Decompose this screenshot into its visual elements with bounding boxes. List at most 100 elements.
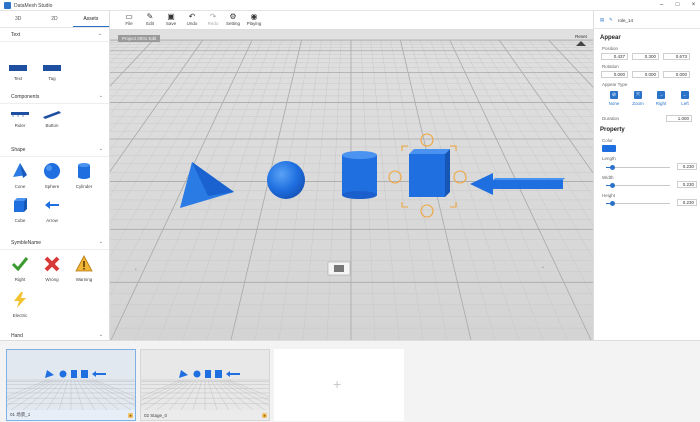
edit-button[interactable]: ✎ Edit	[139, 12, 161, 26]
height-input[interactable]: 0.230	[677, 199, 697, 206]
rotation-x-input[interactable]: 0.000	[601, 71, 628, 78]
section-shape-header[interactable]: Shape ⌄	[0, 143, 109, 157]
file-button[interactable]: ▭ File	[118, 12, 140, 26]
asset-item-sphere[interactable]: Sphere	[38, 162, 66, 189]
length-input[interactable]: 0.230	[677, 163, 697, 170]
width-input[interactable]: 0.230	[677, 181, 697, 188]
appear-title: Appear	[600, 35, 621, 41]
slide-thumbnail-2[interactable]: 02 Stage_0 ★	[108, 349, 302, 421]
tab-assets[interactable]: Assets	[72, 11, 109, 27]
tag-asset-icon	[43, 65, 61, 71]
scene-cube[interactable]	[409, 149, 450, 197]
appear-type-none[interactable]: ⊘ None	[605, 91, 623, 106]
scene-canvas[interactable]: ← →	[110, 30, 593, 340]
asset-item-cone[interactable]: Cone	[6, 162, 34, 189]
section-hand-header[interactable]: Hand ⌄	[0, 329, 109, 340]
rename-icon[interactable]: ✎	[609, 17, 613, 23]
position-x-input[interactable]: 0.437	[601, 53, 628, 60]
reset-label: Reset	[575, 34, 587, 39]
file-icon: ▭	[125, 12, 133, 21]
tab-3d[interactable]: 3D	[0, 11, 36, 27]
undo-button[interactable]: ↶ Undo	[181, 12, 203, 26]
toolbar-label: File	[125, 21, 133, 26]
tab-2d[interactable]: 2D	[36, 11, 72, 27]
chevron-down-icon: ⌄	[98, 146, 103, 152]
scene-sphere[interactable]	[267, 161, 305, 199]
minimize-icon[interactable]: –	[657, 2, 666, 9]
asset-caption: Cube	[14, 218, 26, 223]
width-label: Width	[602, 175, 614, 180]
appear-type-left[interactable]: ← Left	[676, 91, 694, 106]
asset-caption: Sphere	[44, 184, 60, 189]
toolbar-label: Save	[165, 21, 177, 26]
asset-item-electric[interactable]: Electric	[6, 291, 34, 318]
cylinder-icon	[78, 163, 90, 179]
sphere-icon	[44, 163, 60, 179]
asset-item-right[interactable]: Right	[6, 255, 34, 282]
position-label: Position	[602, 46, 619, 51]
appear-type-right[interactable]: → Right	[652, 91, 670, 106]
playing-button[interactable]: ◉ Playing	[243, 12, 265, 26]
scene-cylinder[interactable]	[342, 151, 377, 199]
asset-item-ruler[interactable]: Ruler	[6, 109, 34, 128]
redo-button[interactable]: ↷ Redo	[202, 12, 224, 26]
star-icon[interactable]: ★	[262, 413, 267, 418]
maximize-icon[interactable]: □	[673, 2, 682, 9]
duration-label: Duration	[602, 116, 620, 121]
position-y-input[interactable]: 0.300	[632, 53, 659, 60]
appear-type-caption: Zoom	[632, 101, 644, 106]
gear-icon: ⚙	[229, 12, 237, 21]
asset-item-cylinder[interactable]: Cylinder	[70, 162, 98, 189]
star-icon[interactable]: ★	[128, 413, 133, 418]
section-components-header[interactable]: Components ⌄	[0, 90, 109, 104]
redo-icon: ↷	[209, 12, 217, 21]
slider-knob[interactable]	[609, 165, 615, 170]
add-slide-button[interactable]: +	[274, 349, 404, 421]
save-button[interactable]: ▣ Save	[160, 12, 182, 26]
section-text-header[interactable]: Text ⌄	[0, 28, 109, 42]
height-slider[interactable]	[606, 201, 670, 206]
length-slider[interactable]	[606, 165, 670, 170]
undo-icon: ↶	[188, 12, 196, 21]
arrow-left-icon: ←	[681, 91, 689, 99]
asset-caption: Ruler	[14, 123, 26, 128]
asset-item-tag[interactable]: Tag	[38, 64, 66, 81]
appear-type-caption: Left	[681, 101, 689, 106]
section-title: SymbleName	[11, 240, 42, 246]
asset-item-wrong[interactable]: Wrong	[38, 255, 66, 282]
play-icon: ◉	[250, 12, 258, 21]
rotation-z-input[interactable]: 0.000	[663, 71, 690, 78]
position-z-input[interactable]: 0.673	[663, 53, 690, 60]
ruler-icon	[11, 112, 29, 117]
asset-item-cube[interactable]: Cube	[6, 196, 34, 223]
asset-item-text[interactable]: Text	[4, 64, 32, 81]
width-slider[interactable]	[606, 183, 670, 188]
appear-type-zoom[interactable]: ⤧ Zoom	[629, 91, 647, 106]
checkmark-icon	[11, 257, 29, 272]
asset-item-warning[interactable]: Warning	[70, 255, 98, 282]
cross-icon	[44, 256, 60, 272]
asset-panel: 3D 2D Assets Text ⌄ Text Tag Components …	[0, 11, 110, 340]
section-symbol-header[interactable]: SymbleName ⌄	[0, 236, 109, 250]
window-title: DataMesh Studio	[14, 3, 53, 9]
asset-item-button[interactable]: Button	[38, 109, 66, 128]
rotation-y-input[interactable]: 0.000	[632, 71, 659, 78]
slide-label: 02 Stage_0	[144, 413, 168, 418]
object-name[interactable]: role_14	[618, 18, 633, 23]
slide-thumbnail-1[interactable]: 01 场景_1 ★	[0, 349, 168, 421]
setting-button[interactable]: ⚙ Setting	[222, 12, 244, 26]
scene-viewport[interactable]: ← → Project 0001 Edit Reset	[110, 30, 593, 340]
slider-knob[interactable]	[609, 201, 615, 206]
section-title: Components	[11, 94, 40, 100]
clipboard-icon[interactable]: ▤	[600, 17, 604, 23]
close-icon[interactable]: ×	[689, 2, 698, 9]
slider-knob[interactable]	[609, 183, 615, 188]
chevron-down-icon: ⌄	[98, 239, 103, 245]
reset-view-button[interactable]: Reset	[574, 34, 588, 47]
axis-marker-right: →	[540, 264, 545, 270]
color-swatch[interactable]	[602, 145, 616, 152]
asset-item-arrow[interactable]: Arrow	[38, 196, 66, 223]
transform-tool[interactable]	[327, 261, 351, 276]
section-title: Text	[11, 32, 21, 38]
duration-input[interactable]: 1.000	[666, 115, 692, 122]
